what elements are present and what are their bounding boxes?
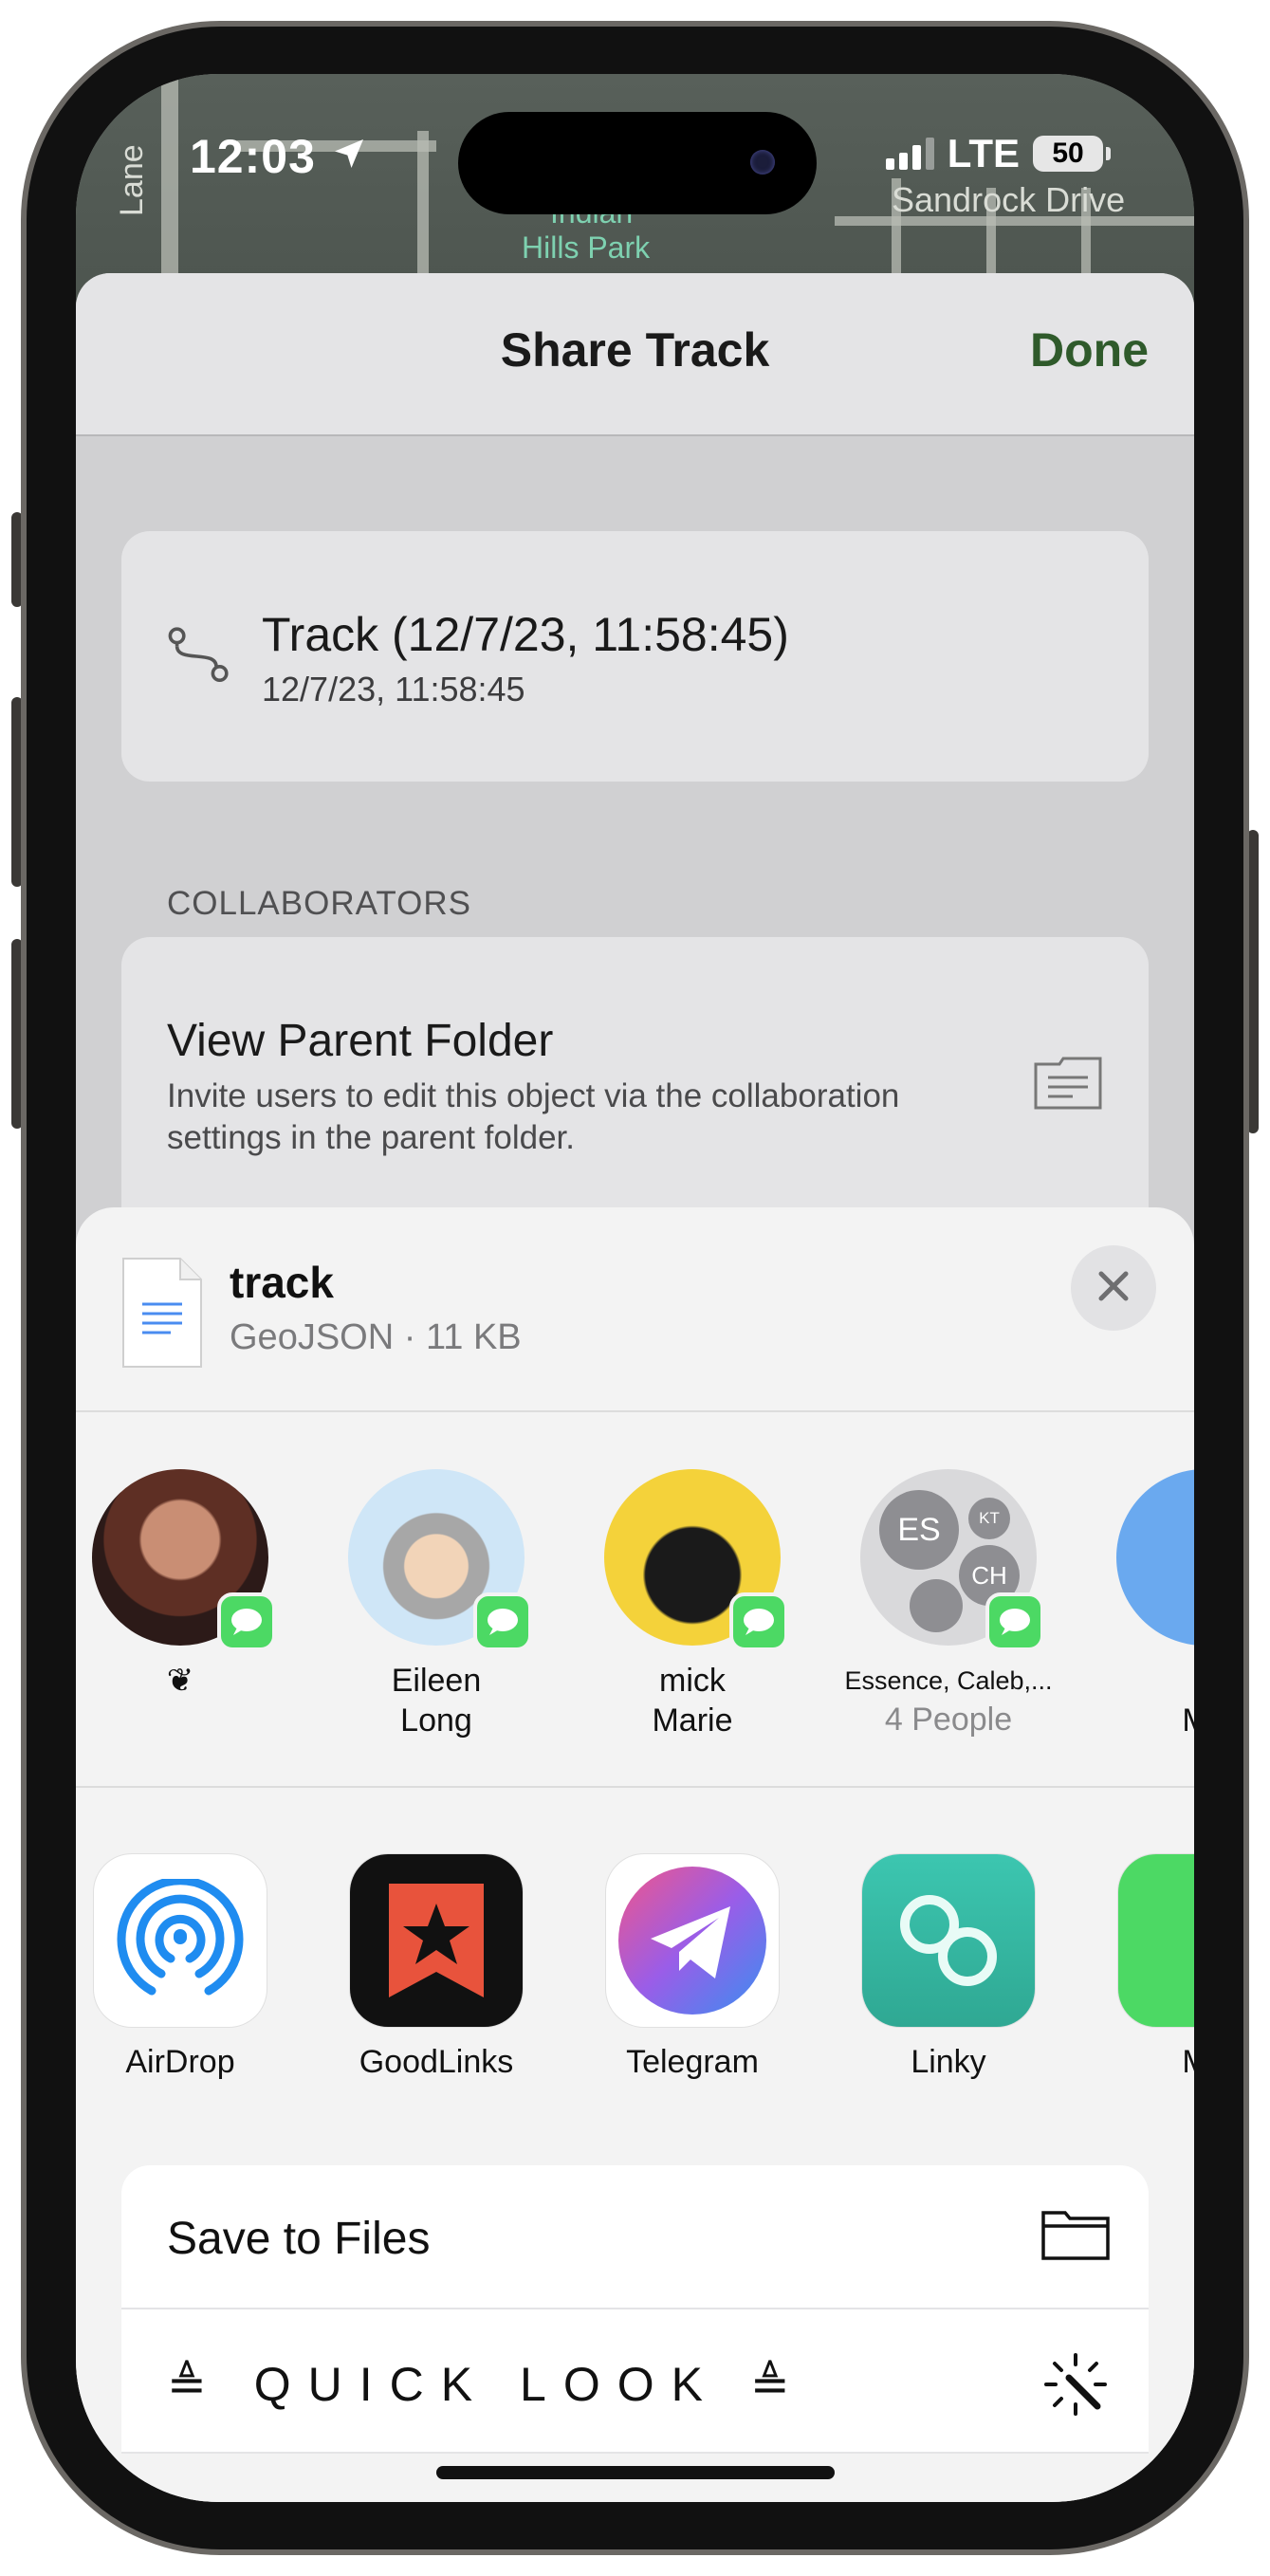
- close-button[interactable]: [1071, 1245, 1156, 1331]
- magic-wand-icon: [1040, 2349, 1111, 2424]
- status-time: 12:03: [190, 129, 368, 184]
- sheet-title: Share Track: [500, 323, 770, 377]
- contact-suggestion[interactable]: S Me: [1091, 1469, 1194, 1740]
- goodlinks-icon: [350, 1854, 523, 2027]
- contact-name: mick: [659, 1663, 726, 1699]
- folder-icon: [1033, 1055, 1103, 1116]
- map-label-lane: Lane: [114, 144, 150, 216]
- track-card[interactable]: Track (12/7/23, 11:58:45) 12/7/23, 11:58…: [121, 531, 1149, 782]
- status-indicators: LTE 50: [885, 131, 1111, 176]
- map-label-sandrock-drive: Sandrock Drive: [892, 180, 1126, 219]
- dynamic-island: [458, 112, 817, 214]
- folder-description: Invite users to edit this object via the…: [167, 1077, 900, 1156]
- file-meta: GeoJSON · 11 KB: [230, 1317, 522, 1357]
- contact-surname: Long: [400, 1702, 472, 1739]
- camera-icon: [750, 150, 775, 175]
- group-name: Essence, Caleb,...: [844, 1666, 1053, 1695]
- telegram-icon: [606, 1854, 779, 2027]
- save-to-files-action[interactable]: Save to Files: [121, 2165, 1149, 2309]
- avatar: [92, 1469, 276, 1651]
- actions-list: Save to Files ≜ QUICK LOOK ≜: [121, 2165, 1149, 2454]
- messages-icon: [473, 1592, 532, 1651]
- contact-surname: Me: [1091, 1701, 1194, 1740]
- app-label: AirDrop: [125, 2044, 235, 2080]
- contact-suggestion[interactable]: mick Marie: [579, 1469, 806, 1740]
- home-indicator[interactable]: [436, 2466, 835, 2479]
- linky-icon: [862, 1854, 1035, 2027]
- app-label: GoodLinks: [359, 2044, 514, 2080]
- contact-name: S: [1091, 1661, 1195, 1701]
- messages-icon: [729, 1592, 788, 1651]
- app-label: Me: [1091, 2044, 1194, 2081]
- app-label: Telegram: [626, 2044, 759, 2080]
- track-name: Track (12/7/23, 11:58:45): [262, 608, 789, 661]
- quick-look-action[interactable]: ≜ QUICK LOOK ≜: [121, 2309, 1149, 2454]
- time-label: 12:03: [190, 130, 316, 183]
- battery-level: 50: [1052, 138, 1084, 169]
- memoji-avatar: [348, 1469, 532, 1651]
- route-icon: [165, 622, 233, 695]
- view-parent-folder-row[interactable]: View Parent Folder Invite users to edit …: [121, 937, 1149, 1222]
- contact-suggestion[interactable]: ❦: [76, 1469, 294, 1701]
- action-label: ≜ QUICK LOOK ≜: [167, 2358, 807, 2411]
- done-button[interactable]: Done: [1030, 322, 1149, 377]
- phone-screen: Lane Indian Hills Park Sandrock Drive 12…: [76, 74, 1194, 2502]
- app-goodlinks[interactable]: GoodLinks: [322, 1854, 550, 2081]
- airdrop-icon: [94, 1854, 267, 2027]
- share-sheet: track GeoJSON · 11 KB ❦ Eileen Long mick…: [76, 1207, 1194, 2502]
- group-avatar: ES KT CH: [860, 1469, 1044, 1651]
- apps-row: AirDrop GoodLinks Telegram Linky: [76, 1788, 1194, 2101]
- app-linky[interactable]: Linky: [835, 1854, 1062, 2081]
- group-count: 4 People: [884, 1702, 1013, 1738]
- contact-surname: Marie: [652, 1702, 733, 1739]
- avatar: [1116, 1469, 1194, 1646]
- share-header: track GeoJSON · 11 KB: [76, 1207, 1194, 1412]
- contact-name: Eileen: [391, 1663, 482, 1699]
- map-label-hills-park: Hills Park: [522, 230, 651, 265]
- app-label: Linky: [911, 2044, 986, 2080]
- person-silhouette-icon: [910, 1579, 963, 1632]
- document-icon: [121, 1257, 203, 1369]
- initials-es: ES: [879, 1490, 959, 1570]
- cellular-signal-icon: [885, 138, 934, 170]
- contacts-row: ❦ Eileen Long mick Marie ES KT CH Essenc…: [76, 1412, 1194, 1788]
- action-label: Save to Files: [167, 2214, 431, 2264]
- messages-icon: [217, 1592, 276, 1651]
- close-icon: [1095, 1268, 1132, 1309]
- location-arrow-icon: [330, 130, 368, 183]
- app-telegram[interactable]: Telegram: [579, 1854, 806, 2081]
- contact-suggestion[interactable]: Eileen Long: [322, 1469, 550, 1740]
- collaborators-section-label: COLLABORATORS: [167, 885, 471, 922]
- group-suggestion[interactable]: ES KT CH Essence, Caleb,... 4 People: [835, 1469, 1062, 1739]
- cat-avatar: [604, 1469, 788, 1651]
- file-name: track: [230, 1258, 334, 1307]
- initials-kt: KT: [968, 1498, 1010, 1539]
- folder-title: View Parent Folder: [167, 1016, 554, 1066]
- messages-icon: [1118, 1854, 1194, 2027]
- track-date: 12/7/23, 11:58:45: [262, 670, 525, 708]
- sheet-header: Share Track Done: [76, 273, 1194, 436]
- app-airdrop[interactable]: AirDrop: [76, 1854, 294, 2081]
- messages-icon: [985, 1592, 1044, 1651]
- contact-name: ❦: [166, 1663, 194, 1699]
- folder-icon: [1040, 2205, 1111, 2267]
- app-messages[interactable]: Me: [1091, 1854, 1194, 2081]
- battery-icon: 50: [1033, 136, 1111, 172]
- network-label: LTE: [947, 131, 1020, 175]
